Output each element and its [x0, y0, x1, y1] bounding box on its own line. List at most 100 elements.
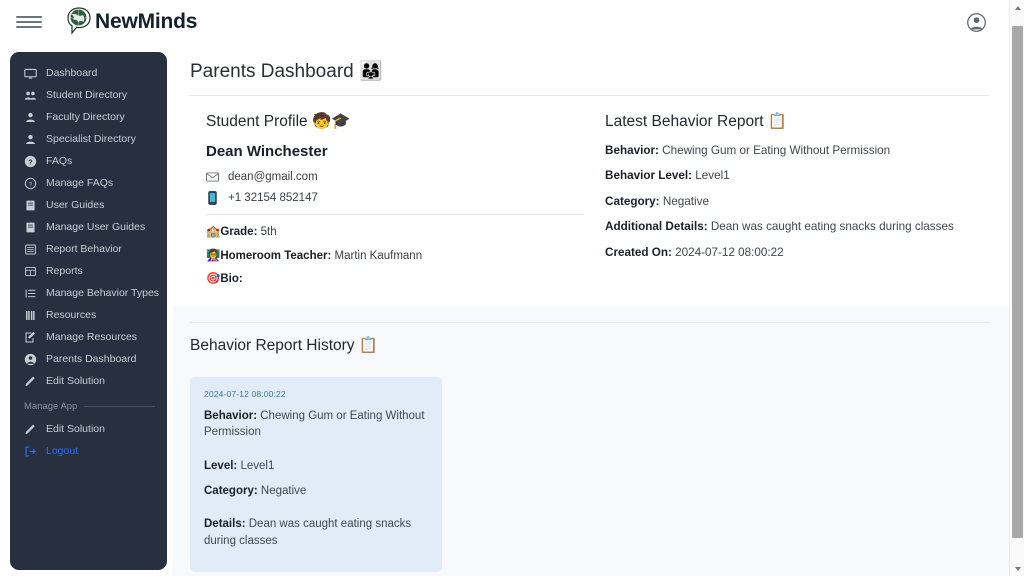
book-icon: [24, 221, 37, 234]
sidebar-item-manage-edit-solution[interactable]: Edit Solution: [10, 418, 167, 440]
clipboard-emoji-icon: 📋: [767, 113, 788, 130]
scrollbar-thumb[interactable]: [1012, 26, 1023, 538]
title-divider: [190, 95, 989, 96]
pencil-icon: [24, 375, 37, 388]
history-category-label: Category:: [204, 484, 258, 497]
main-content: Parents Dashboard 👨‍👩‍👧 Student Profile …: [173, 45, 1009, 576]
sidebar-item-specialist-directory[interactable]: Specialist Directory: [10, 128, 167, 150]
sidebar-item-user-guides[interactable]: User Guides: [10, 194, 167, 216]
sidebar-item-faqs[interactable]: ? FAQs: [10, 150, 167, 172]
monitor-icon: [24, 67, 37, 80]
behavior-label: Behavior:: [605, 144, 659, 157]
brand-logo-area[interactable]: NewMinds: [64, 6, 197, 38]
sidebar-item-manage-behavior-types[interactable]: Manage Behavior Types: [10, 282, 167, 304]
student-phone-text: +1 32154 852147: [228, 192, 318, 204]
history-entry-level: Level: Level1: [204, 458, 428, 475]
history-level-value: Level1: [240, 459, 275, 472]
history-entry-behavior: Behavior: Chewing Gum or Eating Without …: [204, 408, 428, 441]
sidebar-label: Student Directory: [46, 89, 128, 101]
sidebar-item-dashboard[interactable]: Dashboard: [10, 62, 167, 84]
profile-report-columns: Student Profile 🧒🎓 Dean Winchester dean@…: [190, 106, 989, 296]
sidebar-item-faculty-directory[interactable]: Faculty Directory: [10, 106, 167, 128]
grade-label: Grade:: [220, 226, 258, 238]
svg-text:?: ?: [28, 157, 33, 166]
sidebar-item-manage-faqs[interactable]: ? Manage FAQs: [10, 172, 167, 194]
dart-emoji-icon: 🎯: [206, 273, 221, 286]
sidebar-item-report-behavior[interactable]: Report Behavior: [10, 238, 167, 260]
sidebar-label: Reports: [46, 265, 83, 277]
sidebar-label: Edit Solution: [46, 375, 105, 387]
brand-name-text: NewMinds: [95, 10, 198, 33]
app-root: NewMinds Dashboard Student Directory Fac…: [0, 0, 1024, 576]
history-entry-card[interactable]: 2024-07-12 08:00:22 Behavior: Chewing Gu…: [190, 376, 442, 572]
behavior-level-label: Behavior Level:: [605, 169, 693, 183]
category-value: Negative: [662, 194, 709, 208]
book-icon: [24, 199, 37, 212]
pencil-icon: [24, 423, 37, 436]
history-heading-text: Behavior Report History: [190, 336, 355, 354]
sidebar-label: FAQs: [46, 155, 73, 167]
sidebar-label: Resources: [46, 309, 97, 321]
question-circle-outline-icon: ?: [24, 177, 37, 190]
sidebar-label: User Guides: [46, 199, 105, 211]
report-created-row: Created On: 2024-07-12 08:00:22: [605, 245, 989, 261]
brain-globe-logo-icon: [64, 6, 94, 38]
sidebar-item-manage-resources[interactable]: Manage Resources: [10, 326, 167, 348]
latest-report-heading: Latest Behavior Report 📋: [605, 112, 989, 131]
student-graduate-emoji-icon: 🧒🎓: [312, 113, 351, 130]
student-profile-heading-text: Student Profile: [206, 113, 308, 130]
student-profile-column: Student Profile 🧒🎓 Dean Winchester dean@…: [190, 106, 590, 296]
student-email-text: dean@gmail.com: [228, 171, 318, 183]
sidebar-item-edit-solution[interactable]: Edit Solution: [10, 370, 167, 392]
sidebar-label: Manage Resources: [46, 331, 138, 343]
details-label: Additional Details:: [605, 220, 708, 234]
sidebar-item-resources[interactable]: Resources: [10, 304, 167, 326]
hamburger-menu-icon[interactable]: [16, 12, 42, 32]
envelope-icon: [206, 172, 219, 182]
dashboard-card: Parents Dashboard 👨‍👩‍👧 Student Profile …: [173, 45, 1009, 306]
history-category-value: Negative: [260, 484, 307, 497]
history-heading: Behavior Report History 📋: [190, 323, 989, 377]
behavior-history-section: Behavior Report History 📋 2024-07-12 08:…: [173, 306, 1009, 572]
scroll-down-arrow-icon[interactable]: [1010, 561, 1024, 576]
list-ordered-icon: [24, 287, 37, 300]
sidebar-label: Faculty Directory: [46, 111, 125, 123]
student-email-row: dean@gmail.com: [206, 171, 590, 183]
sidebar-item-student-directory[interactable]: Student Directory: [10, 84, 167, 106]
student-bio-row: 🎯Bio:: [206, 272, 590, 288]
bio-label: Bio:: [220, 273, 243, 286]
latest-behavior-report-column: Latest Behavior Report 📋 Behavior: Chewi…: [590, 106, 989, 296]
sidebar-label: Specialist Directory: [46, 133, 136, 145]
sidebar-item-reports[interactable]: Reports: [10, 260, 167, 282]
latest-report-heading-text: Latest Behavior Report: [605, 113, 764, 130]
report-details-row: Additional Details: Dean was caught eati…: [605, 219, 989, 235]
created-on-label: Created On:: [605, 245, 672, 259]
teacher-emoji-icon: 👩‍🏫: [206, 249, 221, 262]
sidebar-item-parents-dashboard[interactable]: Parents Dashboard: [10, 348, 167, 370]
svg-text:?: ?: [29, 181, 33, 188]
sidebar-section-manage-app: Manage App: [10, 392, 167, 418]
edit-square-icon: [24, 331, 37, 344]
sidebar-label: Manage User Guides: [46, 221, 146, 233]
created-on-value: 2024-07-12 08:00:22: [675, 245, 784, 259]
sidebar-item-logout[interactable]: Logout: [10, 440, 167, 462]
sidebar-item-manage-user-guides[interactable]: Manage User Guides: [10, 216, 167, 238]
history-entry-category: Category: Negative: [204, 483, 428, 500]
books-icon: [24, 309, 37, 322]
teacher-value: Martin Kaufmann: [334, 249, 423, 262]
sidebar-label: Report Behavior: [46, 243, 122, 255]
section-divider: [84, 406, 155, 407]
history-spacer: [204, 507, 428, 516]
mobile-phone-icon: [206, 191, 219, 205]
account-circle-icon: [24, 353, 37, 366]
history-entry-details: Details: Dean was caught eating snacks d…: [204, 516, 428, 549]
page-scrollbar[interactable]: [1009, 0, 1024, 576]
grade-value: 5th: [260, 226, 277, 238]
teacher-label: Homeroom Teacher:: [220, 249, 332, 262]
account-circle-icon[interactable]: [966, 12, 987, 33]
scroll-up-arrow-icon[interactable]: [1010, 0, 1024, 15]
sidebar-label: Parents Dashboard: [46, 353, 137, 365]
history-spacer: [204, 449, 428, 458]
report-level-row: Behavior Level: Level1: [605, 168, 989, 184]
question-circle-filled-icon: ?: [24, 155, 37, 168]
